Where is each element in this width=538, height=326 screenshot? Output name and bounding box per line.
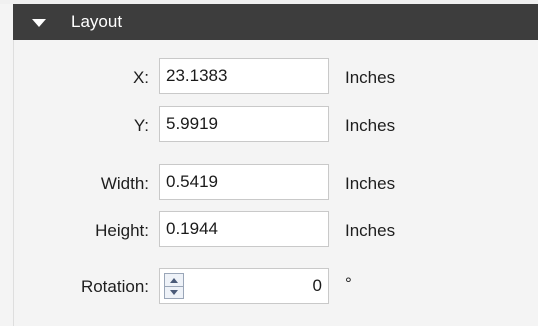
rotation-stepper[interactable]: 0 [159, 268, 329, 304]
rotation-label: Rotation: [80, 277, 149, 296]
height-unit: Inches [345, 221, 396, 240]
y-label: Y: [133, 116, 149, 135]
rotation-spin-buttons[interactable] [164, 273, 184, 299]
layout-panel: Layout X: Inches Y: Inches Width: Inches… [0, 0, 538, 326]
section-title: Layout [71, 12, 123, 31]
layout-section-header[interactable]: Layout [13, 4, 538, 40]
width-unit: Inches [345, 174, 396, 193]
y-field[interactable] [159, 106, 329, 142]
arrow-up-icon [170, 277, 178, 283]
x-label: X: [132, 68, 149, 87]
width-label: Width: [100, 174, 149, 193]
x-unit: Inches [345, 68, 396, 87]
spin-down-button[interactable] [165, 286, 183, 298]
y-unit: Inches [345, 116, 396, 135]
left-gutter [0, 4, 13, 326]
rotation-value[interactable]: 0 [313, 269, 322, 303]
rotation-unit: ° [345, 274, 352, 293]
width-field[interactable] [159, 164, 329, 200]
triangle-down-icon[interactable] [32, 19, 46, 27]
height-label: Height: [95, 221, 149, 240]
x-field[interactable] [159, 58, 329, 94]
height-field[interactable] [159, 211, 329, 247]
arrow-down-icon [170, 289, 178, 295]
